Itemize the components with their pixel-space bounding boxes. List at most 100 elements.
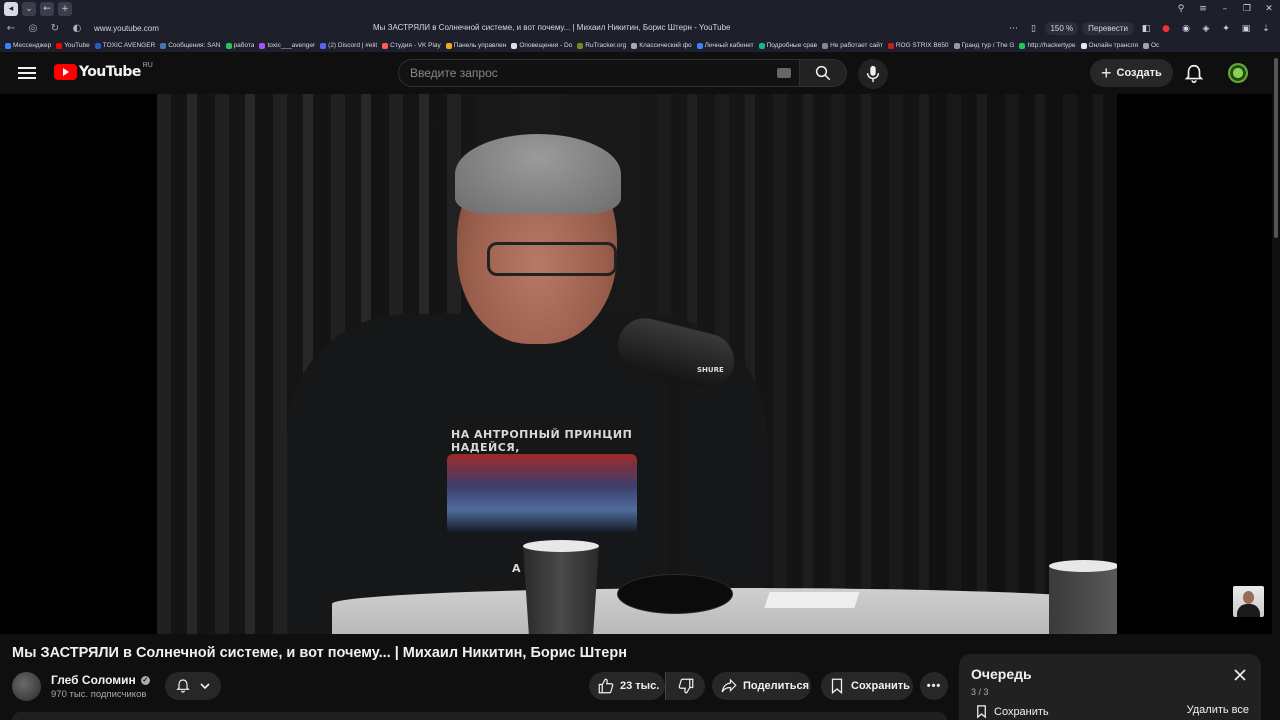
more-icon[interactable]: ⋯ (1005, 21, 1021, 37)
queue-save-label: Сохранить (994, 705, 1049, 718)
save-button[interactable]: Сохранить (821, 672, 913, 700)
url-field[interactable]: www.youtube.com (94, 24, 159, 33)
back-icon[interactable]: ← (0, 18, 22, 39)
translate-button[interactable]: Перевести (1082, 22, 1134, 35)
like-button[interactable]: 23 тыс. (589, 672, 665, 700)
bookmark-label: Сообщения: SAN (168, 42, 221, 49)
bookmark-item[interactable]: Не работает сайт (822, 42, 883, 49)
bookmark-label: работа (233, 42, 255, 49)
like-count: 23 тыс. (620, 680, 660, 692)
channel-name-row[interactable]: Глеб Соломин ✓ (51, 673, 150, 687)
address-bar-actions: ⋯ ▯ 150 % Перевести ◧ ● ◉ ◈ ✦ ▣ ⇣ (1005, 18, 1280, 39)
share-label: Поделиться (743, 680, 810, 692)
bookmark-item[interactable]: ROG STRIX B650 (887, 42, 949, 49)
bookmark-item[interactable]: Сообщения: SAN (160, 42, 221, 49)
video-player[interactable]: НА АНТРОПНЫЙ ПРИНЦИП НАДЕЙСЯ, А ЛОШАЙ! S… (0, 94, 1280, 634)
bookmark-item[interactable]: Мессенджер (5, 42, 51, 49)
bookmark-favicon-icon (445, 42, 452, 49)
bookmark-label: Личный кабинет (704, 42, 754, 49)
account-avatar[interactable] (1228, 63, 1248, 83)
tab-back-icon[interactable]: ← (40, 2, 54, 16)
notifications-bell-icon[interactable] (1182, 63, 1206, 85)
bookmark-item[interactable]: Классический фо (631, 42, 692, 49)
bookmark-item[interactable]: RuTracker.org (577, 42, 626, 49)
bookmark-label: Панель управлен (453, 42, 507, 49)
tab-dropdown-icon[interactable]: ⌄ (22, 2, 36, 16)
bookmark-item[interactable]: Личный кабинет (696, 42, 754, 49)
bookmark-item[interactable]: Гранд тур / The G (953, 42, 1014, 49)
bookmark-item[interactable]: TOXIC AVENGER (94, 42, 155, 49)
share-arrow-icon (721, 678, 737, 693)
bookmark-label: YouTube (64, 42, 90, 49)
youtube-logo[interactable]: YouTube RU (54, 62, 153, 80)
channel-avatar[interactable] (12, 672, 41, 701)
bookmark-item[interactable]: Оповещения - Do (511, 42, 572, 49)
queue-delete-all-button[interactable]: Удалить все (1187, 704, 1249, 716)
bookmark-item[interactable]: toxic___avenger (259, 42, 315, 49)
extension-puzzle-icon[interactable]: ◧ (1138, 21, 1154, 37)
bookmark-item[interactable]: Панель управлен (445, 42, 507, 49)
bookmark-label: RuTracker.org (585, 42, 627, 49)
bookmark-item[interactable]: http://hackertype (1019, 42, 1076, 49)
close-icon[interactable] (1233, 668, 1247, 682)
more-actions-button[interactable]: ••• (920, 672, 948, 700)
bookmark-item[interactable]: YouTube (56, 42, 90, 49)
extension-star-icon[interactable]: ✦ (1218, 21, 1234, 37)
bookmark-item[interactable]: (2) Discord | #elit (320, 42, 377, 49)
dislike-button[interactable] (665, 672, 705, 700)
bookmark-label: Не работает сайт (830, 42, 883, 49)
voice-search-button[interactable] (858, 59, 888, 89)
verified-check-icon: ✓ (140, 675, 150, 685)
bookmark-item[interactable]: Ос (1142, 42, 1159, 49)
bookmark-icon[interactable]: ▯ (1025, 21, 1041, 37)
zoom-level[interactable]: 150 % (1045, 22, 1079, 35)
search-input[interactable] (410, 66, 770, 80)
site-info-icon[interactable]: ◐ (66, 18, 88, 39)
create-label: Создать (1116, 67, 1162, 79)
bookmark-label: Студия - VK Play (390, 42, 441, 49)
extension-shield-icon[interactable]: ◈ (1198, 21, 1214, 37)
close-window-icon[interactable]: ✕ (1258, 0, 1280, 18)
mic-stand (669, 374, 679, 584)
page-scrollbar[interactable] (1272, 52, 1280, 720)
search-button[interactable] (800, 59, 847, 87)
create-button[interactable]: + Создать (1090, 59, 1173, 87)
bookmark-item[interactable]: Подробные срав (758, 42, 817, 49)
video-frame: НА АНТРОПНЫЙ ПРИНЦИП НАДЕЙСЯ, А ЛОШАЙ! S… (157, 94, 1117, 634)
bookmark-item[interactable]: Онлайн трансля (1080, 42, 1138, 49)
extension-wallet-icon[interactable]: ▣ (1238, 21, 1254, 37)
bookmark-item[interactable]: работа (225, 42, 255, 49)
chevron-down-icon (200, 683, 210, 690)
plus-icon: + (1101, 63, 1112, 83)
menu-icon[interactable]: ≡ (1192, 0, 1214, 18)
speaker-hair (455, 134, 621, 214)
description-box-edge[interactable] (12, 712, 947, 720)
hamburger-menu-icon[interactable] (18, 64, 36, 82)
bookmark-label: Оповещения - Do (519, 42, 573, 49)
extension-camera-icon[interactable]: ◉ (1178, 21, 1194, 37)
extension-block-icon[interactable]: ● (1158, 21, 1174, 37)
bookmark-favicon-icon (953, 42, 960, 49)
pin-icon[interactable]: ⚲ (1170, 0, 1192, 18)
more-dots-icon: ••• (926, 680, 942, 692)
tab-audio-icon[interactable]: ◂ (4, 2, 18, 16)
bookmark-item[interactable]: Студия - VK Play (382, 42, 441, 49)
channel-name[interactable]: Глеб Соломин (51, 673, 136, 687)
new-tab-icon[interactable]: + (58, 2, 72, 16)
reload-icon[interactable]: ↻ (44, 18, 66, 39)
queue-title: Очередь (971, 666, 1032, 682)
forward-icon[interactable]: ◎ (22, 18, 44, 39)
restore-icon[interactable]: ❐ (1236, 0, 1258, 18)
youtube-header: YouTube RU + Создать (0, 52, 1280, 94)
queue-save-button[interactable]: Сохранить (975, 704, 1049, 719)
subscription-notifications-button[interactable] (165, 672, 221, 700)
share-button[interactable]: Поделиться (712, 672, 811, 700)
bookmark-favicon-icon (577, 42, 584, 49)
bookmark-favicon-icon (511, 42, 518, 49)
bookmarks-bar: Мессенджер YouTube TOXIC AVENGER Сообщения:… (0, 39, 1280, 52)
keyboard-icon[interactable] (777, 68, 791, 78)
minimize-icon[interactable]: – (1214, 0, 1236, 18)
downloads-icon[interactable]: ⇣ (1258, 21, 1274, 37)
queue-count: 3 / 3 (971, 687, 989, 697)
overlay-channel-thumbnail[interactable] (1233, 586, 1264, 617)
